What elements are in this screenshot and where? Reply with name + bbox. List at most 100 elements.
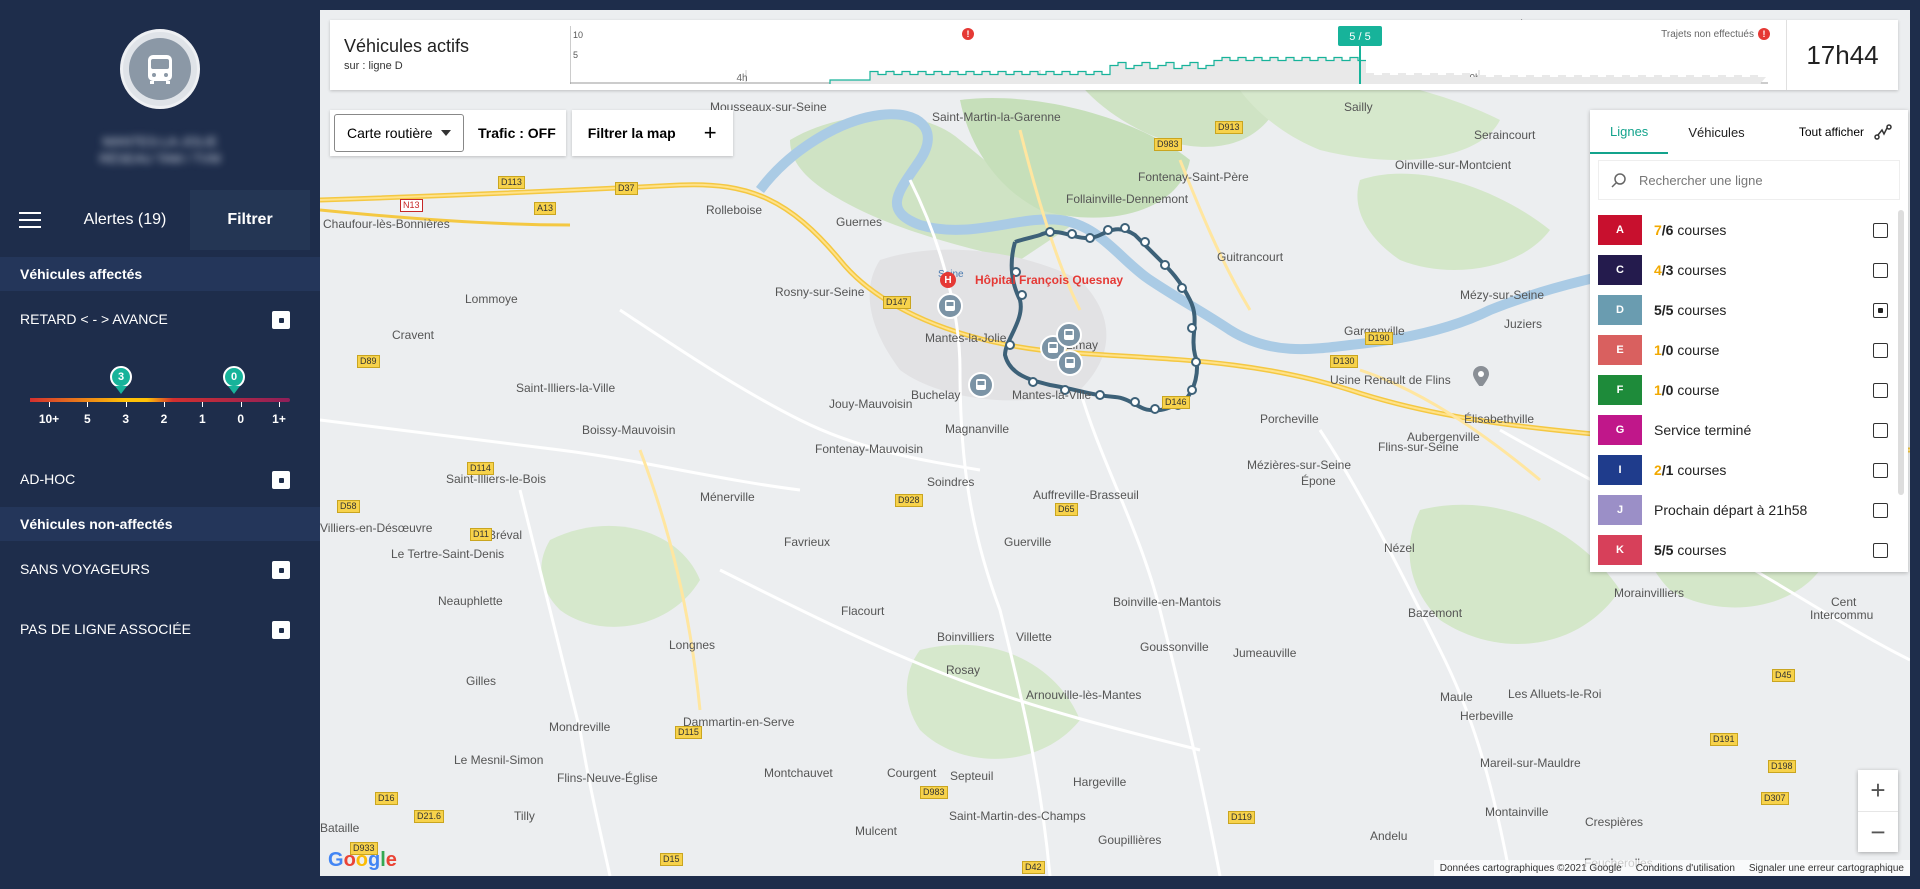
line-status-text: Service terminé bbox=[1654, 422, 1752, 438]
slider-track bbox=[30, 398, 290, 402]
vehicle-marker[interactable] bbox=[937, 293, 963, 319]
line-checkbox[interactable] bbox=[1873, 303, 1888, 318]
map-place-label: Les Alluets-le-Roi bbox=[1508, 687, 1602, 701]
slider-tick bbox=[240, 402, 242, 407]
filter-map-button[interactable]: Filtrer la map + bbox=[571, 110, 733, 156]
line-badge: F bbox=[1598, 375, 1642, 405]
tab-vehicles[interactable]: Véhicules bbox=[1668, 110, 1764, 154]
line-row-f[interactable]: F 1/0 course bbox=[1598, 370, 1888, 410]
road-label: D913 bbox=[1215, 121, 1243, 134]
map-place-label: Villiers-en-Désœuvre bbox=[320, 521, 433, 535]
bus-icon bbox=[129, 38, 191, 100]
road-label: D11 bbox=[470, 528, 492, 541]
line-row-a[interactable]: A 7/6 courses bbox=[1598, 210, 1888, 250]
no-line-checkbox[interactable] bbox=[272, 621, 290, 639]
map[interactable]: Saint-Martin-la-Garenne Fontenay-Saint-Pè… bbox=[320, 10, 1910, 876]
google-logo[interactable]: Google bbox=[328, 849, 397, 872]
vehicle-marker[interactable] bbox=[1057, 350, 1083, 376]
line-badge: J bbox=[1598, 495, 1642, 525]
timeline-subtitle: sur : ligne D bbox=[344, 60, 403, 72]
road-label: D147 bbox=[883, 296, 911, 309]
map-place-label: Bataille bbox=[320, 821, 360, 835]
map-place-label: Mareil-sur-Mauldre bbox=[1480, 756, 1581, 770]
missed-trips-indicator[interactable]: Trajets non effectués ! bbox=[1661, 28, 1770, 40]
hospital-icon[interactable]: H bbox=[940, 272, 956, 288]
map-place-label: Nézel bbox=[1384, 541, 1415, 555]
line-row-j[interactable]: J Prochain départ à 21h58 bbox=[1598, 490, 1888, 530]
zoom-out-button[interactable]: − bbox=[1858, 811, 1898, 852]
line-row-i[interactable]: I 2/1 courses bbox=[1598, 450, 1888, 490]
map-place-label: Rosay bbox=[946, 663, 981, 677]
vehicle-marker[interactable] bbox=[1056, 322, 1082, 348]
adhoc-checkbox[interactable] bbox=[272, 471, 290, 489]
line-status-text: courses bbox=[1673, 262, 1727, 278]
section-unaffected-vehicles: Véhicules non-affectés bbox=[0, 507, 320, 541]
line-row-d[interactable]: D 5/5 courses bbox=[1598, 290, 1888, 330]
bus-icon bbox=[945, 300, 955, 311]
tab-filter[interactable]: Filtrer bbox=[190, 190, 310, 250]
line-checkbox[interactable] bbox=[1873, 543, 1888, 558]
map-place-label: Villette bbox=[1016, 630, 1052, 644]
bus-icon bbox=[1064, 329, 1074, 340]
map-place-label: Fontenay-Saint-Père bbox=[1138, 170, 1249, 184]
show-all-button[interactable]: Tout afficher bbox=[1799, 124, 1908, 140]
line-checkbox[interactable] bbox=[1873, 503, 1888, 518]
lines-list-scrollbar[interactable] bbox=[1898, 210, 1904, 495]
timeline-chart[interactable]: 1054h8h12h16h20h0h5 / 5! bbox=[570, 26, 1768, 84]
no-passengers-checkbox[interactable] bbox=[272, 561, 290, 579]
line-row-c[interactable]: C 4/3 courses bbox=[1598, 250, 1888, 290]
vehicle-marker[interactable] bbox=[968, 372, 994, 398]
slider-handle-left[interactable]: 3 bbox=[110, 366, 132, 394]
delay-slider[interactable]: 10+ 5 3 2 1 0 1+ 3 0 bbox=[30, 360, 290, 426]
map-place-label: Tilly bbox=[514, 809, 535, 823]
hamburger-icon bbox=[19, 212, 41, 228]
map-place-label: Morainvilliers bbox=[1614, 586, 1685, 600]
line-row-k[interactable]: K 5/5 courses bbox=[1598, 530, 1888, 570]
location-pin-icon[interactable] bbox=[1473, 366, 1489, 386]
slider-handle-left-value: 3 bbox=[110, 366, 132, 388]
active-vehicles-timeline: Véhicules actifs sur : ligne D 1054h8h12… bbox=[330, 20, 1898, 90]
tab-lines[interactable]: Lignes bbox=[1590, 110, 1669, 154]
zoom-in-button[interactable]: + bbox=[1858, 770, 1898, 811]
sidebar-tabs: Alertes (19) Filtrer bbox=[0, 190, 320, 250]
line-status: 1/0 course bbox=[1654, 382, 1719, 398]
line-status: Prochain départ à 21h58 bbox=[1654, 502, 1807, 518]
map-type-select[interactable]: Carte routière bbox=[334, 114, 464, 152]
map-place-label: Fontenay-Mauvoisin bbox=[815, 442, 924, 456]
line-checkbox[interactable] bbox=[1873, 263, 1888, 278]
map-place-label: Auffreville-Brasseuil bbox=[1033, 488, 1139, 502]
map-place-label: Boissy-Mauvoisin bbox=[582, 423, 676, 437]
road-label: D114 bbox=[467, 462, 494, 475]
delay-filter-checkbox[interactable] bbox=[272, 311, 290, 329]
line-checkbox[interactable] bbox=[1873, 383, 1888, 398]
line-checkbox[interactable] bbox=[1873, 343, 1888, 358]
terms-link[interactable]: Conditions d'utilisation bbox=[1636, 863, 1735, 874]
tab-alerts[interactable]: Alertes (19) bbox=[60, 190, 190, 250]
road-label: D58 bbox=[337, 500, 360, 513]
map-place-label: Seraincourt bbox=[1474, 128, 1536, 142]
map-place-label: Saint-Martin-des-Champs bbox=[949, 809, 1086, 823]
line-checkbox[interactable] bbox=[1873, 423, 1888, 438]
line-count-planned: 5/5 bbox=[1654, 542, 1674, 558]
map-place-label: Mulcent bbox=[855, 824, 898, 838]
traffic-toggle[interactable]: Trafic : OFF bbox=[468, 125, 566, 141]
line-status-text: courses bbox=[1673, 462, 1727, 478]
line-row-e[interactable]: E 1/0 course bbox=[1598, 330, 1888, 370]
menu-button[interactable] bbox=[0, 190, 60, 250]
map-place-label: Crespières bbox=[1585, 815, 1644, 829]
map-place-label: Mantes-la-Ville bbox=[1012, 388, 1092, 402]
line-checkbox[interactable] bbox=[1873, 463, 1888, 478]
line-badge: E bbox=[1598, 335, 1642, 365]
slider-tick-label: 1+ bbox=[272, 412, 286, 426]
report-error-link[interactable]: Signaler une erreur cartographique bbox=[1749, 863, 1904, 874]
line-search-input[interactable]: Rechercher une ligne bbox=[1598, 160, 1900, 200]
road-label: N13 bbox=[400, 199, 423, 212]
map-place-label: Hargeville bbox=[1073, 775, 1127, 789]
no-line-label: PAS DE LIGNE ASSOCIÉE bbox=[20, 621, 191, 637]
map-place-label: Boinville-en-Mantois bbox=[1113, 595, 1222, 609]
map-place-label: Saint-Illiers-le-Bois bbox=[446, 472, 547, 486]
line-checkbox[interactable] bbox=[1873, 223, 1888, 238]
road-label: D191 bbox=[1710, 733, 1738, 746]
slider-handle-right[interactable]: 0 bbox=[223, 366, 245, 394]
line-row-g[interactable]: G Service terminé bbox=[1598, 410, 1888, 450]
